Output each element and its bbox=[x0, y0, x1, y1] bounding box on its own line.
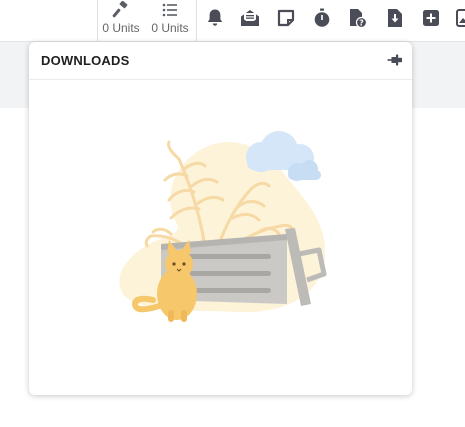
image-icon bbox=[456, 9, 465, 27]
mail-open-icon bbox=[241, 10, 259, 26]
file-question-icon: ? bbox=[350, 9, 368, 28]
file-download-icon bbox=[388, 9, 402, 27]
auctions-units-label: 0 Units bbox=[102, 21, 140, 35]
plus-square-icon bbox=[423, 10, 439, 26]
downloads-panel: DOWNLOADS bbox=[29, 42, 412, 395]
list-units-button[interactable]: 0 Units bbox=[147, 0, 193, 41]
list-units-label: 0 Units bbox=[151, 21, 189, 35]
gavel-icon bbox=[112, 1, 128, 18]
notes-button[interactable] bbox=[276, 7, 296, 29]
svg-text:?: ? bbox=[359, 18, 364, 27]
empty-downloads-illustration bbox=[119, 131, 327, 322]
notifications-button[interactable] bbox=[205, 7, 225, 29]
downloads-title: DOWNLOADS bbox=[41, 53, 130, 68]
sticky-note-icon bbox=[277, 9, 295, 27]
pin-icon bbox=[387, 54, 402, 66]
toolbar-divider bbox=[196, 0, 197, 41]
help-document-button[interactable]: ? bbox=[348, 7, 368, 29]
auctions-units-button[interactable]: 0 Units bbox=[98, 0, 144, 41]
list-icon bbox=[162, 3, 177, 17]
top-toolbar: 0 Units 0 Units ? bbox=[0, 0, 465, 42]
messages-button[interactable] bbox=[240, 7, 260, 29]
stopwatch-icon bbox=[314, 8, 330, 27]
add-button[interactable] bbox=[421, 7, 441, 29]
downloads-header: DOWNLOADS bbox=[29, 42, 412, 80]
downloads-button[interactable] bbox=[385, 7, 405, 29]
image-button[interactable] bbox=[455, 7, 465, 29]
pin-panel-button[interactable] bbox=[386, 52, 404, 68]
timer-button[interactable] bbox=[312, 7, 332, 29]
bell-icon bbox=[207, 9, 223, 26]
